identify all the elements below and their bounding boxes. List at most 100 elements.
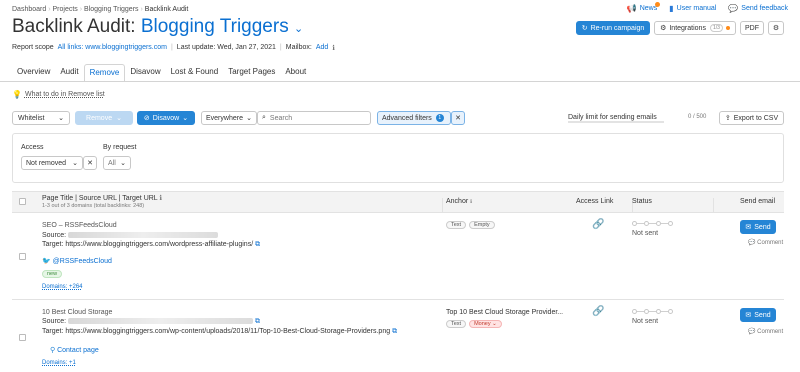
row-checkbox[interactable] — [19, 334, 26, 341]
row-social-link[interactable]: 🐦 @RSSFeedsCloud — [42, 257, 112, 265]
row-source[interactable]: Source: ⧉ — [42, 318, 260, 326]
page-title: Backlink Audit: Blogging Triggers ⌄ — [12, 16, 303, 38]
last-update: Last update: Wed, Jan 27, 2021 — [176, 44, 276, 51]
rerun-campaign-button[interactable]: ↻ Re-run campaign — [576, 21, 650, 35]
column-page[interactable]: Page Title | Source URL | Target URL ℹ — [42, 194, 162, 202]
new-badge: new — [42, 270, 63, 278]
header-actions: ↻ Re-run campaign ⚙ Integrations 1/3 PDF… — [576, 21, 784, 35]
send-button[interactable]: ✉ Send — [740, 308, 776, 322]
breadcrumb-project[interactable]: Blogging Triggers — [84, 6, 138, 13]
row-anchor-tags: Text Empty — [446, 221, 495, 229]
scope-select[interactable]: Everywhere ⌄ — [201, 111, 257, 125]
breadcrumb-dashboard[interactable]: Dashboard — [12, 6, 46, 13]
tab-overview[interactable]: Overview — [12, 64, 55, 82]
row-anchor-text: Top 10 Best Cloud Storage Provider... — [446, 309, 564, 316]
tab-disavow[interactable]: Disavow — [125, 64, 165, 82]
remove-list-tip[interactable]: 💡 What to do in Remove list — [12, 90, 105, 99]
search-placeholder: Search — [269, 114, 293, 122]
clear-filters-button[interactable]: ✕ — [451, 111, 465, 125]
column-page-subtitle: 1-3 out of 3 domains (total backlinks: 2… — [42, 203, 145, 209]
notification-dot — [655, 2, 661, 7]
request-filter-value: All — [108, 159, 116, 167]
tab-about[interactable]: About — [280, 64, 311, 82]
link-icon[interactable]: 🔗 — [592, 306, 604, 317]
whitelist-button[interactable]: Whitelist ⌄ — [12, 111, 70, 125]
location-icon: ⚲ — [50, 347, 56, 354]
mailbox-label: Mailbox: — [285, 44, 312, 51]
comment-button[interactable]: 💬 Comment — [748, 239, 783, 246]
filters-panel: Access Not removed ⌄ ✕ By request All ⌄ — [12, 133, 784, 183]
tab-remove[interactable]: Remove — [83, 64, 126, 82]
chevron-down-icon: ⌄ — [182, 115, 189, 122]
row-target[interactable]: Target: https://www.bloggingtriggers.com… — [42, 328, 397, 336]
pdf-label: PDF — [745, 24, 759, 32]
row-checkbox[interactable] — [19, 253, 26, 260]
disavow-button[interactable]: ⊘ Disavow ⌄ — [137, 111, 195, 125]
project-selector[interactable]: Blogging Triggers ⌄ — [141, 16, 303, 37]
warning-dot — [725, 26, 730, 30]
row-status: Not sent — [632, 318, 659, 325]
report-scope-label: Report scope — [12, 44, 54, 51]
row-contact-link[interactable]: ⚲ Contact page — [50, 346, 99, 354]
pdf-button[interactable]: PDF — [740, 21, 764, 35]
anchor-empty-tag: Empty — [469, 221, 495, 229]
news-link[interactable]: 📢 News — [627, 2, 661, 13]
anchor-money-label: Money — [474, 321, 491, 327]
export-csv-button[interactable]: ⇪ Export to CSV — [719, 111, 784, 125]
anchor-money-tag[interactable]: Money ⌄ — [469, 320, 502, 328]
comment-label: Comment — [757, 329, 784, 335]
breadcrumb-projects[interactable]: Projects — [53, 6, 78, 13]
chevron-down-icon: ⌄ — [72, 160, 78, 167]
daily-limit-bar — [568, 121, 664, 123]
integrations-button[interactable]: ⚙ Integrations 1/3 — [654, 21, 736, 35]
access-filter-select[interactable]: Not removed ⌄ — [21, 156, 83, 170]
settings-button[interactable]: ⚙ — [768, 21, 784, 35]
anchor-type-tag: Text — [446, 320, 467, 328]
column-divider — [713, 198, 714, 212]
search-input[interactable]: ⌕ Search — [257, 111, 371, 125]
access-filter-clear[interactable]: ✕ — [83, 156, 97, 170]
daily-limit-value: 0 / 500 — [688, 114, 707, 120]
row-domains-link[interactable]: Domains: +1 — [42, 360, 76, 366]
daily-limit: Daily limit for sending emails — [568, 114, 657, 121]
advanced-filters-button[interactable]: Advanced filters 1 — [377, 111, 451, 125]
tabs-divider — [0, 81, 800, 82]
column-anchor[interactable]: Anchor ℹ — [446, 198, 472, 205]
chat-icon: 💬 — [728, 4, 739, 13]
access-filter-value: Not removed — [26, 159, 67, 167]
row-domains-link[interactable]: Domains: +264 — [42, 284, 83, 290]
scope-select-wrap: Everywhere ⌄ — [201, 111, 257, 125]
clear-filters-wrap: ✕ — [451, 111, 465, 125]
scope-value: Everywhere — [206, 114, 243, 122]
send-feedback-link[interactable]: 💬 Send feedback — [728, 4, 788, 13]
table-header: Page Title | Source URL | Target URL ℹ 1… — [12, 191, 784, 213]
tab-target-pages[interactable]: Target Pages — [223, 64, 280, 82]
remove-button[interactable]: Remove ⌄ — [75, 111, 133, 125]
info-icon: ℹ — [332, 45, 335, 52]
chevron-down-icon: ⌄ — [116, 115, 122, 122]
chevron-down-icon: ⌄ — [58, 115, 64, 122]
breadcrumb-current: Backlink Audit — [144, 6, 189, 13]
external-link-icon: ⧉ — [255, 318, 261, 325]
select-all-checkbox[interactable] — [19, 198, 26, 205]
link-icon[interactable]: 🔗 — [592, 219, 604, 230]
row-target-url: Target: https://www.bloggingtriggers.com… — [42, 328, 391, 335]
row-source: Source: — [42, 232, 219, 239]
row-target[interactable]: Target: https://www.bloggingtriggers.com… — [42, 241, 260, 249]
tab-audit[interactable]: Audit — [55, 64, 83, 82]
report-scope-link[interactable]: All links: www.bloggingtriggers.com — [58, 44, 167, 52]
send-button[interactable]: ✉ Send — [740, 220, 776, 234]
tab-lost-found[interactable]: Lost & Found — [166, 64, 224, 82]
user-manual-link[interactable]: ▮ User manual — [669, 4, 716, 13]
info-icon: ℹ — [470, 199, 473, 205]
column-anchor-label: Anchor — [446, 198, 469, 205]
request-filter-select[interactable]: All ⌄ — [103, 156, 131, 170]
whitelist-label: Whitelist — [18, 114, 45, 122]
row-page-title: 10 Best Cloud Storage — [42, 309, 113, 316]
row-contact-label: Contact page — [57, 347, 99, 354]
breadcrumb: Dashboard › Projects › Blogging Triggers… — [12, 6, 189, 13]
integrations-label: Integrations — [669, 24, 706, 32]
mail-icon: ✉ — [745, 312, 752, 319]
comment-button[interactable]: 💬 Comment — [748, 328, 783, 335]
mailbox-add-link[interactable]: Add — [316, 44, 328, 52]
